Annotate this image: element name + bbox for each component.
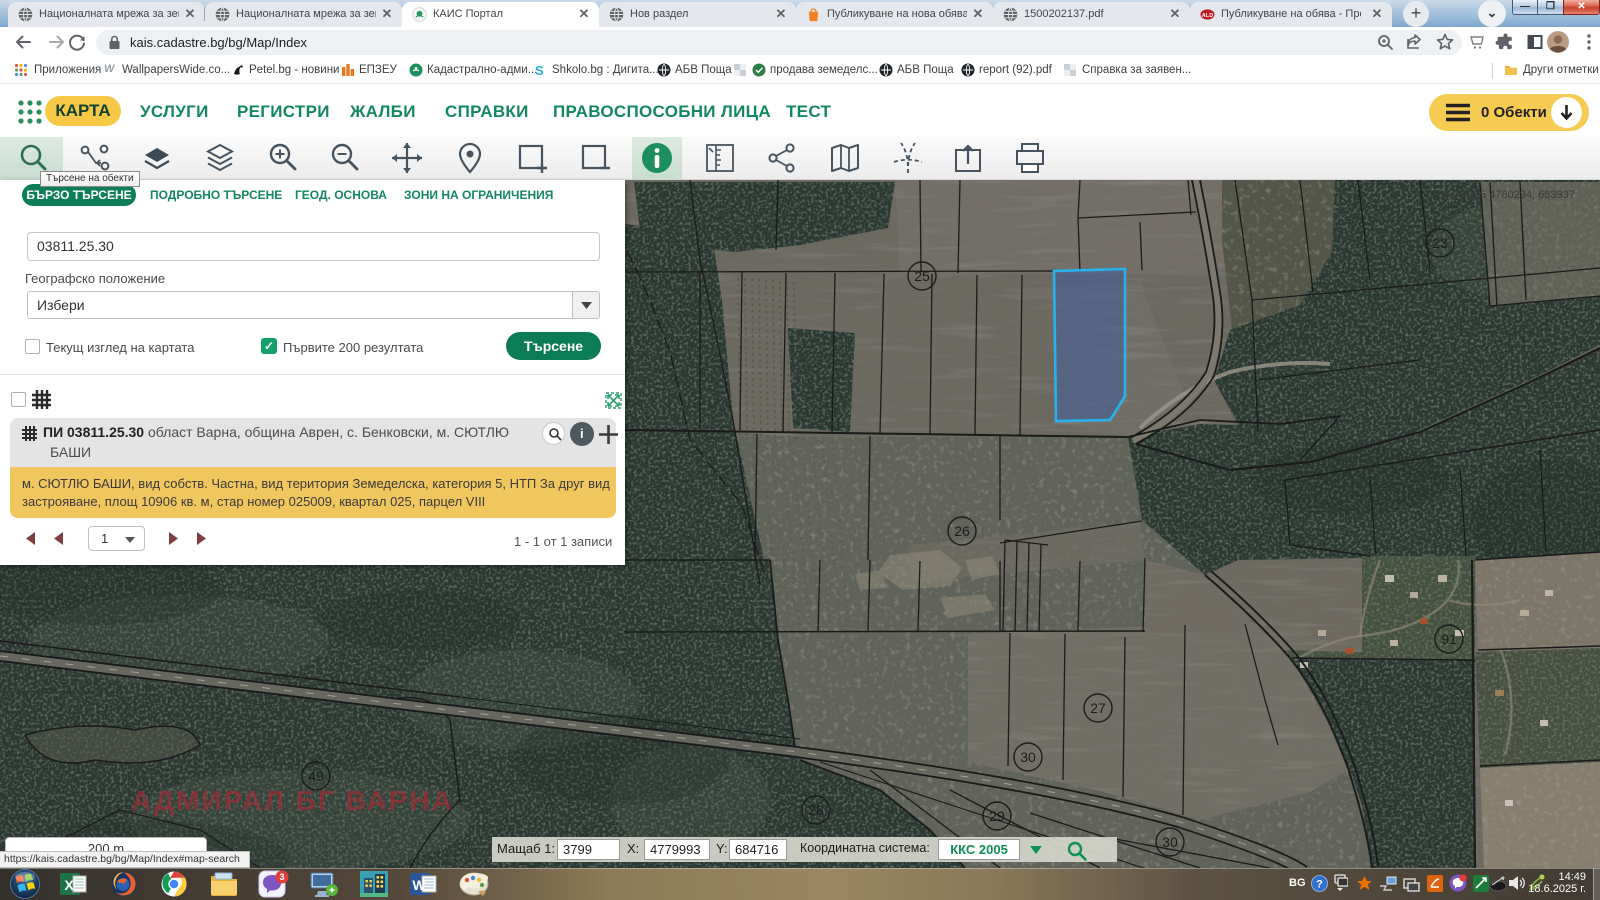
svg-text:29: 29 — [989, 808, 1005, 824]
svg-text:?: ? — [1316, 879, 1323, 891]
svg-text:49: 49 — [308, 768, 324, 784]
svg-text:23: 23 — [1432, 235, 1448, 251]
svg-text:26: 26 — [954, 523, 970, 539]
svg-text:30: 30 — [1162, 834, 1178, 850]
svg-text:ККС 2005 4780294, 683937: ККС 2005 4780294, 683937 — [1438, 189, 1575, 201]
svg-text:W: W — [412, 877, 426, 893]
svg-text:27: 27 — [1090, 700, 1106, 716]
svg-text:30: 30 — [1020, 749, 1036, 765]
svg-text:3: 3 — [279, 872, 284, 882]
svg-text:91: 91 — [1441, 631, 1457, 647]
svg-text:28: 28 — [808, 802, 824, 818]
svg-text:ALD: ALD — [1202, 13, 1214, 19]
svg-text:25: 25 — [914, 268, 930, 284]
svg-text:X: X — [64, 877, 74, 893]
